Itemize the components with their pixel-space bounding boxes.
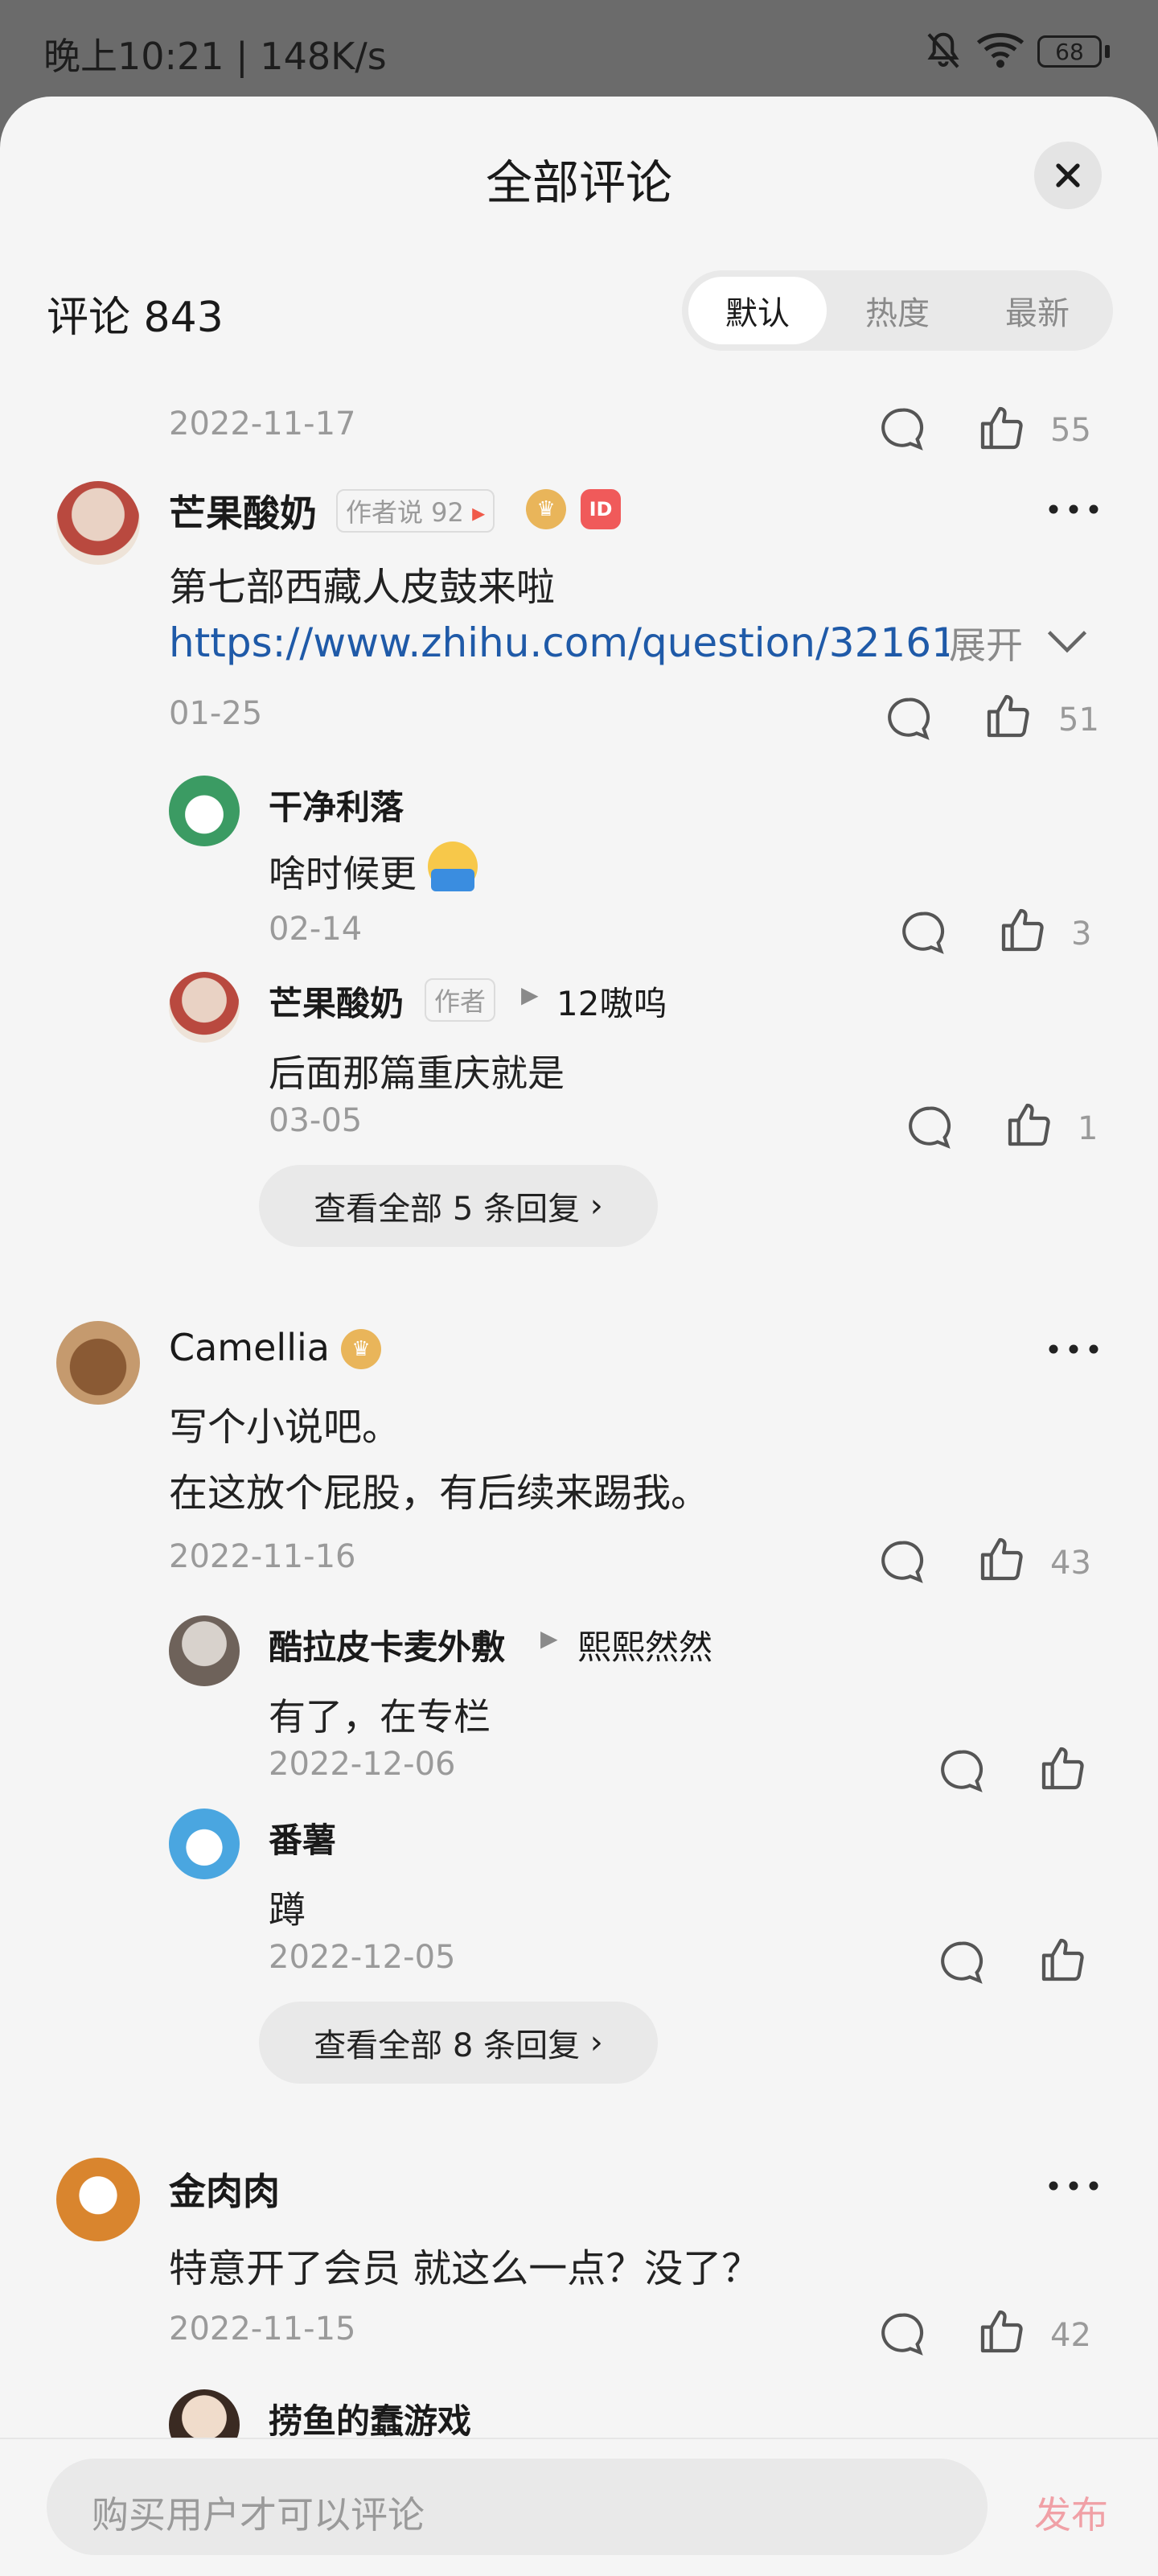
comment-date: 01-25	[169, 695, 263, 732]
like-icon[interactable]	[997, 904, 1049, 956]
avatar[interactable]	[169, 972, 240, 1043]
view-all-label: 查看全部 8 条回复	[314, 2027, 581, 2064]
reply-bubble-icon[interactable]	[883, 693, 933, 743]
close-icon	[1056, 163, 1080, 187]
crown-badge-icon: ♛	[526, 489, 566, 529]
status-time: 晚上10:21 | 148K/s	[43, 35, 387, 78]
battery-tip	[1105, 45, 1110, 58]
like-icon[interactable]	[976, 402, 1028, 454]
id-badge-icon: ID	[581, 489, 621, 529]
author-says-tag[interactable]: 作者说 92 ▸	[336, 489, 495, 533]
like-count: 55	[1050, 412, 1091, 449]
comment-text: 特意开了会员 就这么一点？没了？	[169, 2246, 761, 2291]
comment-date: 2022-11-15	[169, 2311, 356, 2348]
view-all-replies-button[interactable]: 查看全部 5 条回复 ›	[259, 1165, 658, 1247]
username[interactable]: 番薯	[269, 1813, 336, 1862]
like-icon[interactable]	[983, 690, 1034, 742]
author-tag: 作者	[425, 978, 496, 1022]
play-triangle-icon: ▸	[472, 497, 486, 528]
like-icon[interactable]	[1037, 1934, 1089, 1985]
battery-icon: 68	[1037, 35, 1102, 68]
sort-latest-tab[interactable]: 最新	[968, 277, 1107, 344]
chevron-right-icon: ›	[589, 2024, 603, 2061]
sort-hot-tab[interactable]: 热度	[828, 277, 967, 344]
view-all-label: 查看全部 5 条回复	[314, 1191, 581, 1228]
battery-level: 68	[1055, 38, 1084, 65]
reply-text: 有了，在专栏	[269, 1695, 491, 1739]
username[interactable]: 芒果酸奶	[169, 484, 317, 537]
comment-text-line2: 在这放个屁股，有后续来踢我。	[169, 1471, 710, 1516]
username[interactable]: 干净利落	[269, 780, 404, 829]
chevron-down-icon[interactable]	[1045, 628, 1089, 655]
reply-bubble-icon[interactable]	[936, 1746, 986, 1796]
reply-bubble-icon[interactable]	[936, 1937, 986, 1987]
reply-text: 后面那篇重庆就是	[269, 1051, 565, 1095]
avatar[interactable]	[169, 776, 240, 846]
reply-to-user[interactable]: 熙熙然然	[577, 1620, 712, 1669]
more-icon[interactable]	[1045, 1337, 1102, 1361]
comment-link-wrap: https://www.zhihu.com/question/321617	[169, 619, 949, 666]
mute-bell-icon	[927, 32, 959, 68]
reply-text: 蹲	[269, 1888, 306, 1932]
expand-label: 展开	[949, 623, 1023, 667]
author-says-label: 作者说 92	[346, 497, 464, 528]
username[interactable]: 金肉肉	[169, 2162, 280, 2216]
username[interactable]: 酷拉皮卡麦外敷	[269, 1620, 505, 1669]
publish-button[interactable]: 发布	[1034, 2486, 1108, 2539]
avatar[interactable]	[56, 1321, 140, 1405]
reply-date: 2022-12-06	[269, 1746, 456, 1783]
close-button[interactable]	[1034, 142, 1102, 209]
sort-default-tab[interactable]: 默认	[688, 277, 827, 344]
reply-date: 02-14	[269, 911, 363, 948]
like-icon[interactable]	[1004, 1099, 1055, 1150]
like-icon[interactable]	[1037, 1743, 1089, 1794]
reply-arrow-icon: ▶	[540, 1625, 558, 1652]
chevron-right-icon: ›	[589, 1187, 603, 1224]
comment-date: 2022-11-17	[169, 405, 356, 442]
like-icon[interactable]	[976, 1533, 1028, 1585]
avatar[interactable]	[56, 481, 140, 565]
like-icon[interactable]	[976, 2306, 1028, 2357]
comment-link[interactable]: https://www.zhihu.com/question/321617	[169, 619, 949, 666]
comment-count: 评论 843	[47, 294, 224, 342]
sheet-title: 全部评论	[485, 155, 672, 210]
reply-date: 03-05	[269, 1102, 363, 1139]
avatar[interactable]	[169, 1615, 240, 1686]
reply-date: 2022-12-05	[269, 1939, 456, 1976]
view-all-replies-button[interactable]: 查看全部 8 条回复 ›	[259, 2002, 658, 2084]
reply-to-user[interactable]: 12嗷呜	[556, 977, 667, 1026]
more-icon[interactable]	[1045, 497, 1102, 521]
avatar[interactable]	[169, 1809, 240, 1879]
comment-text-line1: 写个小说吧。	[169, 1405, 401, 1450]
reply-bubble-icon[interactable]	[877, 1537, 926, 1586]
comment-input-placeholder: 购买用户才可以评论	[92, 2493, 425, 2537]
more-icon[interactable]	[1045, 2174, 1102, 2198]
reply-bubble-icon[interactable]	[897, 907, 947, 957]
reply-text: 啥时候更	[269, 852, 417, 895]
reply-bubble-icon[interactable]	[877, 2309, 926, 2359]
username[interactable]: Camellia	[169, 1326, 330, 1369]
username[interactable]: 捞鱼的蠢游戏	[269, 2394, 471, 2443]
crown-badge-icon: ♛	[341, 1329, 381, 1369]
reply-arrow-icon: ▶	[521, 981, 539, 1008]
comment-date: 2022-11-16	[169, 1538, 356, 1575]
emoji-squat-tag	[431, 869, 474, 891]
username[interactable]: 芒果酸奶	[269, 977, 404, 1026]
like-count: 43	[1050, 1545, 1091, 1582]
like-count: 42	[1050, 2317, 1091, 2354]
reply-bubble-icon[interactable]	[877, 404, 926, 454]
like-count: 3	[1071, 916, 1092, 953]
expand-button[interactable]: 展开	[949, 616, 1023, 669]
sort-selector: 默认 热度 最新	[682, 270, 1113, 351]
avatar[interactable]	[56, 2158, 140, 2241]
comment-text: 第七部西藏人皮鼓来啦	[169, 565, 556, 610]
like-count: 51	[1058, 702, 1099, 739]
wifi-icon	[976, 33, 1025, 68]
reply-bubble-icon[interactable]	[904, 1102, 954, 1152]
like-count: 1	[1078, 1110, 1098, 1147]
